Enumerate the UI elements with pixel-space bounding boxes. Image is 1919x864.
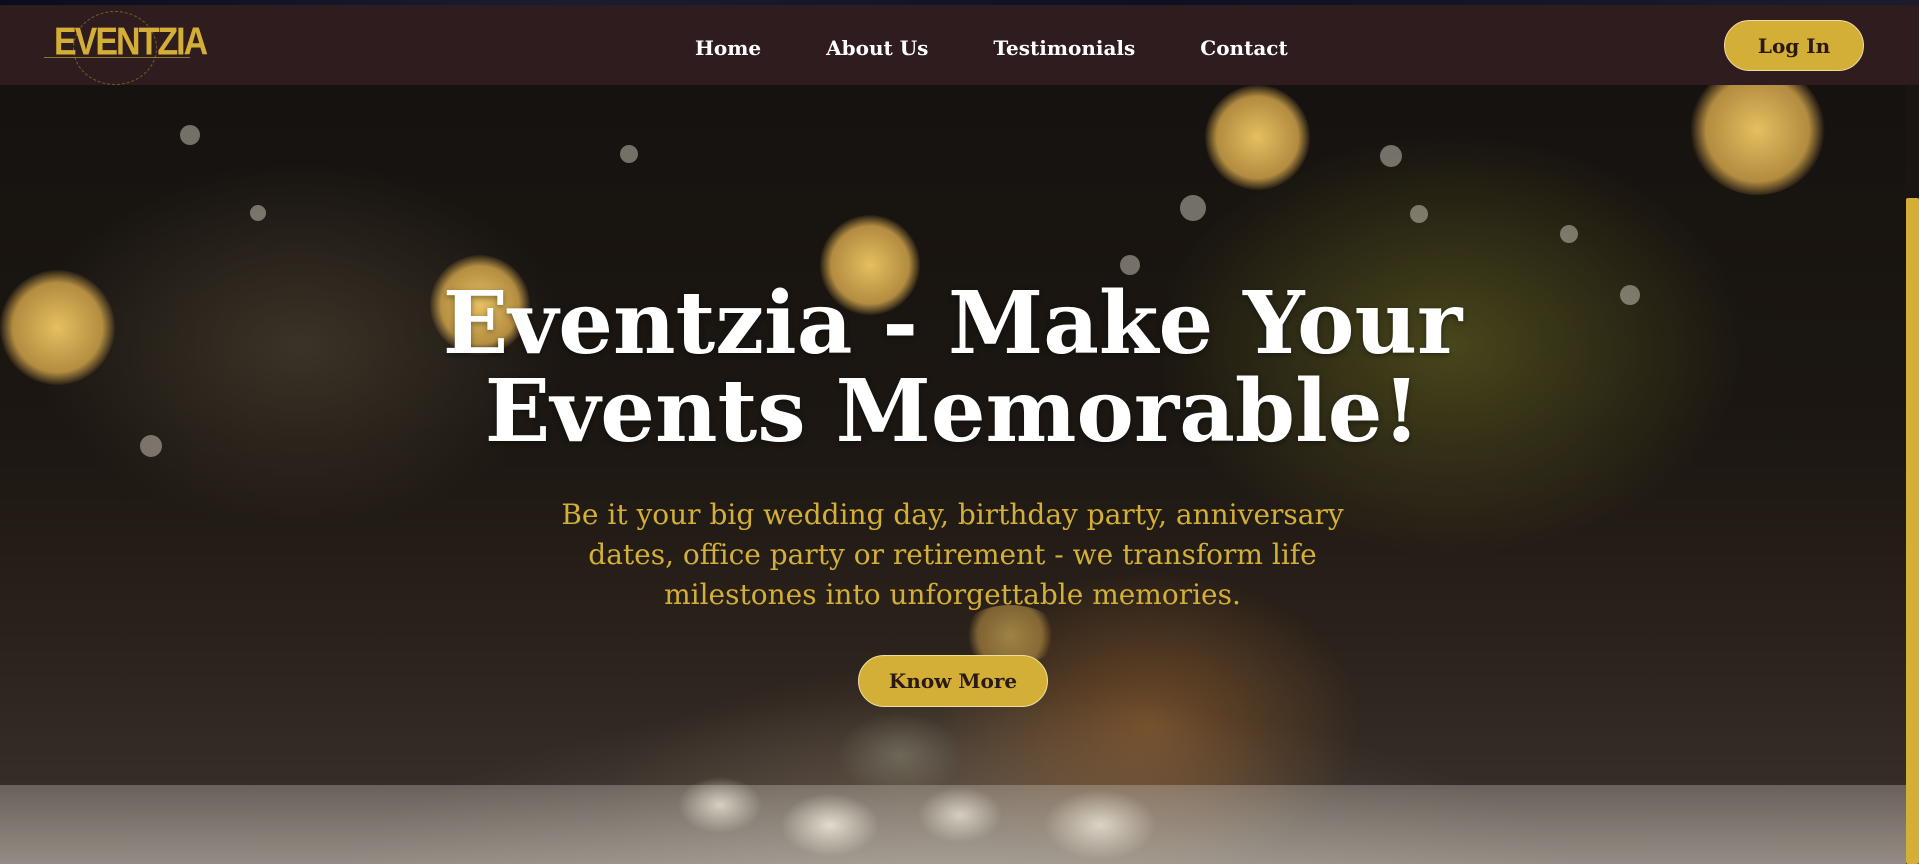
bokeh-spark bbox=[180, 125, 200, 145]
nav-about-link[interactable]: About Us bbox=[826, 33, 928, 63]
scrollbar-thumb[interactable] bbox=[1906, 198, 1919, 864]
bokeh-spark bbox=[1620, 285, 1640, 305]
bokeh-light bbox=[1690, 85, 1825, 195]
nav-home-link[interactable]: Home bbox=[695, 33, 761, 63]
bokeh-spark bbox=[1120, 255, 1140, 275]
hero-title: Eventzia - Make Your Events Memorable! bbox=[442, 273, 1463, 462]
bokeh-light bbox=[1205, 85, 1310, 190]
bokeh-spark bbox=[1180, 195, 1206, 221]
bokeh-spark bbox=[620, 145, 638, 163]
hero-section: Eventzia - Make Your Events Memorable! B… bbox=[0, 85, 1919, 864]
bokeh-spark bbox=[140, 435, 162, 457]
login-button[interactable]: Log In bbox=[1724, 20, 1864, 71]
nav-testimonials-link[interactable]: Testimonials bbox=[993, 33, 1135, 63]
bokeh-spark bbox=[1410, 205, 1428, 223]
eventzia-logo[interactable]: EVENTZIA bbox=[40, 9, 208, 85]
know-more-button[interactable]: Know More bbox=[858, 655, 1048, 707]
bokeh-spark bbox=[1380, 145, 1402, 167]
bokeh-spark bbox=[1560, 225, 1578, 243]
nav-contact-link[interactable]: Contact bbox=[1200, 33, 1287, 63]
hero-subtitle: Be it your big wedding day, birthday par… bbox=[561, 498, 1344, 611]
logo-script-line bbox=[44, 57, 190, 60]
flower-centerpiece bbox=[600, 705, 1300, 864]
main-nav: Home About Us Testimonials Contact bbox=[695, 33, 1288, 63]
bokeh-spark bbox=[250, 205, 266, 221]
site-header: EVENTZIA Home About Us Testimonials Cont… bbox=[0, 5, 1919, 85]
bokeh-light bbox=[0, 270, 115, 385]
